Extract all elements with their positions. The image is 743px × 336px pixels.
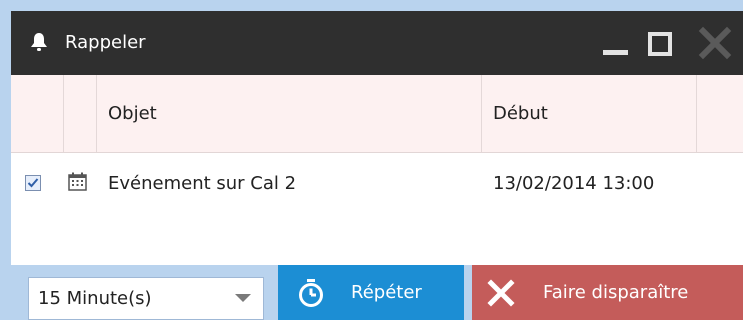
close-button[interactable] — [695, 11, 735, 75]
column-header-subject[interactable]: Objet — [97, 75, 482, 152]
column-header-subject-label: Objet — [108, 103, 157, 124]
table-row[interactable]: Evénement sur Cal 2 13/02/2014 13:00 — [11, 153, 743, 215]
dismiss-button-label: Faire disparaître — [543, 282, 689, 303]
row-subject: Evénement sur Cal 2 — [108, 173, 297, 194]
column-header-start-label: Début — [493, 103, 548, 124]
minimize-button[interactable] — [596, 11, 636, 75]
minimize-icon — [603, 50, 628, 55]
bell-icon — [28, 31, 50, 53]
reminder-window-frame: Rappeler Objet Début Evénement sur Cal 2… — [0, 0, 743, 320]
repeat-button-label: Répéter — [351, 282, 422, 303]
column-header-start[interactable]: Début — [482, 75, 697, 152]
row-start-date: 13/02/2014 13:00 — [493, 173, 655, 194]
column-header-icon[interactable] — [64, 75, 97, 152]
snooze-duration-value: 15 Minute(s) — [38, 288, 152, 309]
dismiss-button[interactable]: Faire disparaître — [472, 265, 743, 320]
chevron-down-icon — [235, 294, 251, 302]
maximize-icon — [648, 32, 672, 56]
stopwatch-icon — [296, 278, 326, 308]
column-header-check[interactable] — [11, 75, 64, 152]
reminder-window: Rappeler Objet Début Evénement sur Cal 2… — [11, 11, 743, 320]
footer-bar: 15 Minute(s) Répéter Faire disparaître — [11, 265, 743, 320]
x-icon — [486, 278, 516, 308]
window-title: Rappeler — [65, 32, 146, 53]
calendar-icon — [68, 172, 87, 191]
snooze-duration-select[interactable]: 15 Minute(s) — [28, 277, 264, 320]
column-header-filler — [697, 75, 743, 152]
table-header: Objet Début — [11, 75, 743, 153]
maximize-button[interactable] — [643, 11, 683, 75]
repeat-button[interactable]: Répéter — [278, 265, 464, 320]
title-bar[interactable]: Rappeler — [11, 11, 743, 75]
row-checkbox[interactable] — [25, 175, 41, 191]
close-icon — [698, 26, 732, 60]
